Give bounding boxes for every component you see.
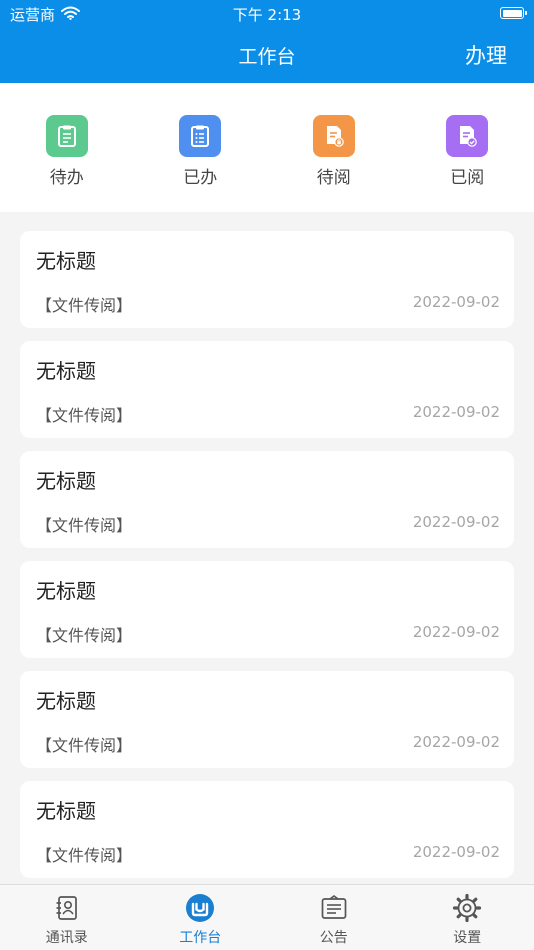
quick-action-label: 已办 bbox=[183, 168, 218, 188]
page-title: 工作台 bbox=[238, 46, 296, 68]
item-date: 2022-09-02 bbox=[412, 733, 500, 751]
tab-announcements[interactable]: 公告 bbox=[267, 885, 401, 950]
status-bar: 运营商 下午 2:13 bbox=[0, 0, 534, 28]
tab-workbench[interactable]: 工作台 bbox=[134, 885, 268, 950]
list-item[interactable]: 无标题 【文件传阅】 2022-09-02 bbox=[20, 781, 514, 878]
item-type: 【文件传阅】 bbox=[36, 296, 133, 315]
tab-settings[interactable]: 设置 bbox=[401, 885, 534, 950]
list-item[interactable]: 无标题 【文件传阅】 2022-09-02 bbox=[20, 231, 514, 328]
item-type: 【文件传阅】 bbox=[36, 516, 133, 535]
quick-action-label: 待办 bbox=[49, 168, 84, 188]
tab-contacts[interactable]: 通讯录 bbox=[0, 885, 134, 950]
contacts-icon bbox=[52, 893, 82, 923]
battery-icon bbox=[500, 7, 527, 19]
announcement-icon bbox=[319, 893, 349, 923]
status-time: 下午 2:13 bbox=[232, 6, 302, 24]
navbar: 工作台 办理 bbox=[0, 28, 534, 83]
item-title: 无标题 bbox=[36, 469, 96, 493]
tab-label: 通讯录 bbox=[45, 930, 88, 946]
list-item[interactable]: 无标题 【文件传阅】 2022-09-02 bbox=[20, 561, 514, 658]
item-type: 【文件传阅】 bbox=[36, 406, 133, 425]
item-type: 【文件传阅】 bbox=[36, 626, 133, 645]
quick-action-label: 已阅 bbox=[450, 168, 485, 188]
item-title: 无标题 bbox=[36, 249, 96, 273]
tab-label: 工作台 bbox=[179, 930, 222, 946]
message-list: 无标题 【文件传阅】 2022-09-02 无标题 【文件传阅】 2022-09… bbox=[20, 231, 514, 891]
item-date: 2022-09-02 bbox=[412, 623, 500, 641]
done-clipboard-icon bbox=[179, 115, 222, 157]
item-date: 2022-09-02 bbox=[412, 843, 500, 861]
item-date: 2022-09-02 bbox=[412, 513, 500, 531]
quick-actions: 待办 已办 待阅 已阅 bbox=[0, 83, 534, 212]
item-date: 2022-09-02 bbox=[412, 293, 500, 311]
item-title: 无标题 bbox=[36, 579, 96, 603]
quick-action-pending[interactable]: 待办 bbox=[0, 83, 134, 212]
settings-gear-icon bbox=[452, 893, 482, 923]
tab-bar: 通讯录 工作台 公告 设置 bbox=[0, 884, 534, 950]
item-type: 【文件传阅】 bbox=[36, 736, 133, 755]
app-screen: 运营商 下午 2:13 工作台 办理 待办 已办 待阅 已阅 无标题 【文件传阅… bbox=[0, 0, 534, 950]
item-date: 2022-09-02 bbox=[412, 403, 500, 421]
quick-action-read[interactable]: 已阅 bbox=[401, 83, 534, 212]
item-title: 无标题 bbox=[36, 689, 96, 713]
tab-label: 公告 bbox=[319, 930, 348, 946]
workbench-icon bbox=[185, 893, 215, 923]
read-doc-check-icon bbox=[446, 115, 489, 157]
pending-clipboard-icon bbox=[45, 115, 88, 157]
item-title: 无标题 bbox=[36, 799, 96, 823]
list-item[interactable]: 无标题 【文件传阅】 2022-09-02 bbox=[20, 451, 514, 548]
item-type: 【文件传阅】 bbox=[36, 846, 133, 865]
list-item[interactable]: 无标题 【文件传阅】 2022-09-02 bbox=[20, 341, 514, 438]
header: 运营商 下午 2:13 工作台 办理 bbox=[0, 0, 534, 83]
list-item[interactable]: 无标题 【文件传阅】 2022-09-02 bbox=[20, 671, 514, 768]
process-button[interactable]: 办理 bbox=[465, 40, 507, 70]
tab-label: 设置 bbox=[453, 930, 482, 946]
quick-action-to-read[interactable]: 待阅 bbox=[267, 83, 401, 212]
quick-action-done[interactable]: 已办 bbox=[134, 83, 268, 212]
item-title: 无标题 bbox=[36, 359, 96, 383]
quick-action-label: 待阅 bbox=[316, 168, 351, 188]
pending-read-doc-icon bbox=[312, 115, 355, 157]
